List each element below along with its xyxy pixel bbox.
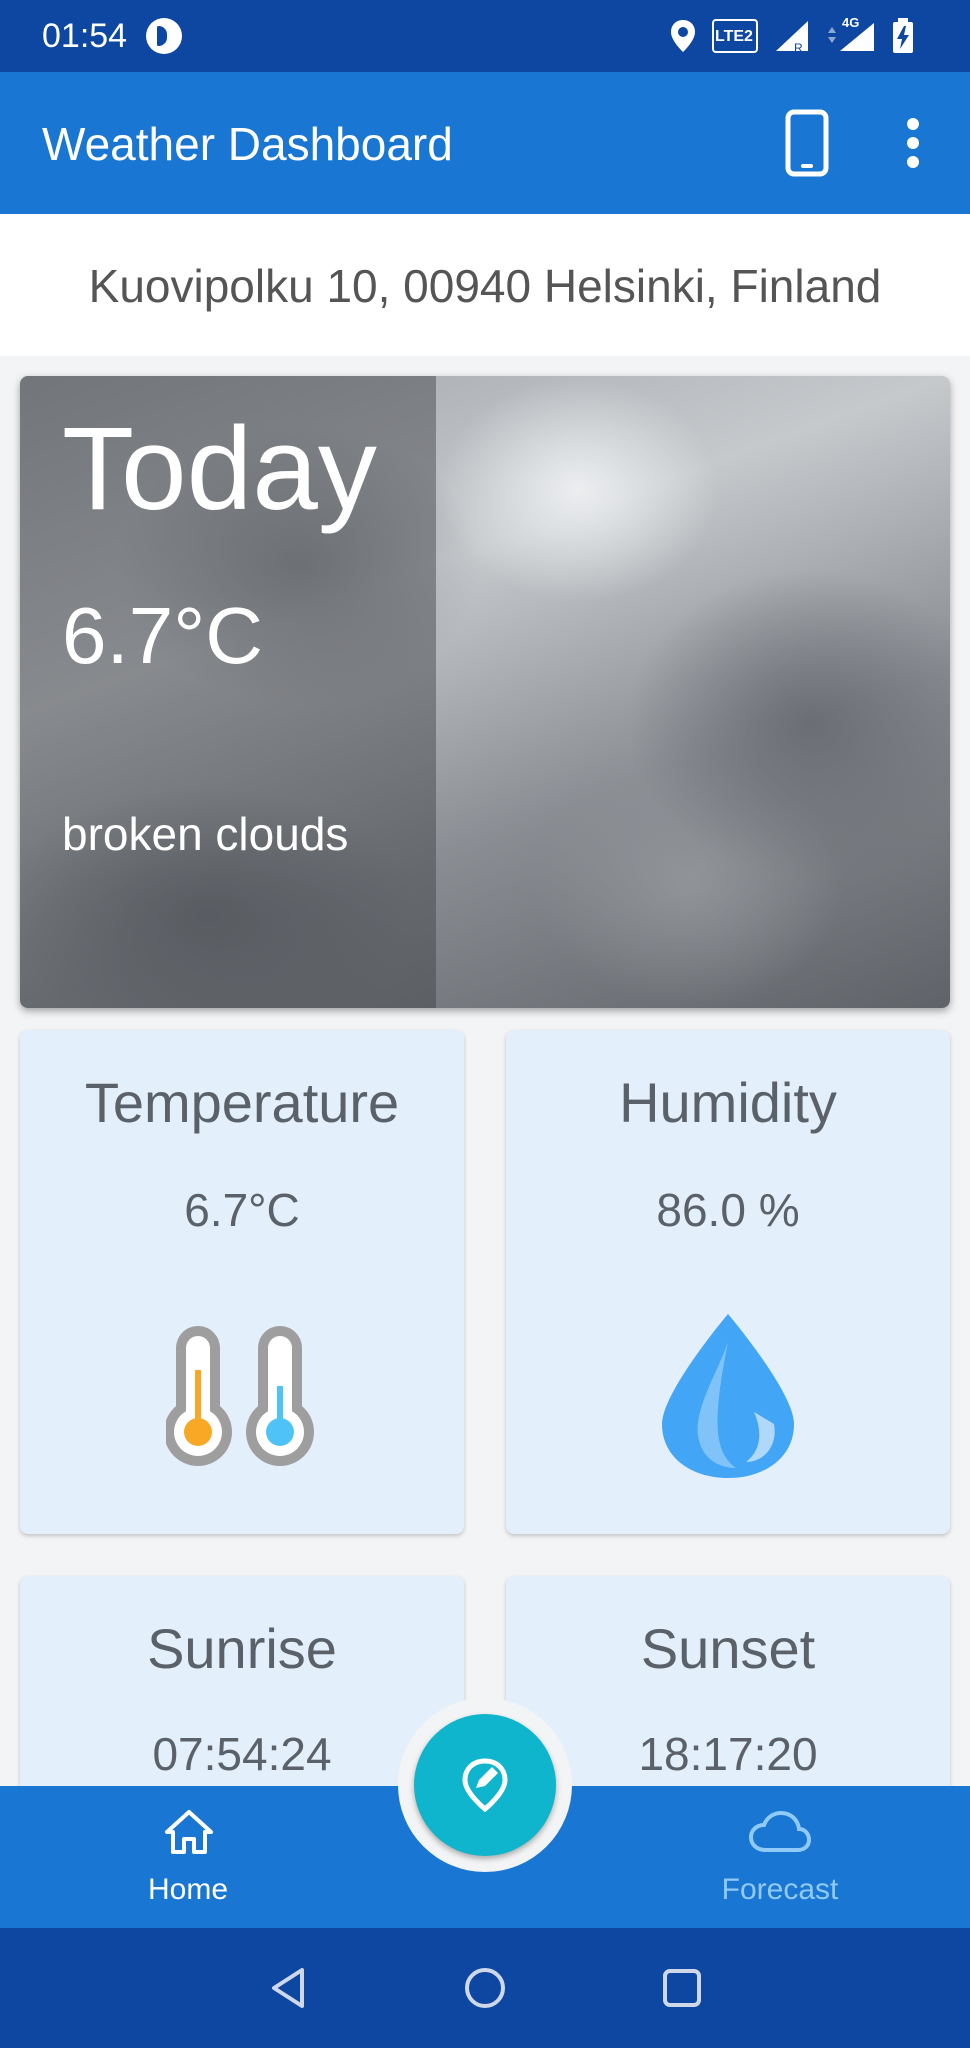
- signal-icon: R: [776, 21, 808, 53]
- nav-forecast-label: Forecast: [721, 1873, 839, 1906]
- status-time: 01:54: [42, 17, 128, 55]
- cloud-icon: [748, 1810, 812, 1852]
- sunrise-card[interactable]: Sunrise 07:54:24: [20, 1576, 464, 1806]
- sunrise-title: Sunrise: [147, 1617, 337, 1680]
- sunset-value: 18:17:20: [638, 1728, 818, 1780]
- recents-icon[interactable]: [658, 1964, 706, 2012]
- temperature-value: 6.7°C: [184, 1184, 300, 1236]
- status-icons: LTE2 R 4G: [670, 14, 914, 58]
- location-icon: [671, 20, 695, 52]
- more-vert-icon: [907, 118, 919, 168]
- svg-text:R: R: [794, 41, 803, 53]
- sunset-title: Sunset: [640, 1617, 816, 1680]
- home-circle-icon[interactable]: [461, 1964, 509, 2012]
- temperature-title: Temperature: [84, 1071, 400, 1134]
- app-notification-icon: [146, 18, 182, 54]
- home-icon: [165, 1810, 213, 1854]
- volte-icon: LTE2: [712, 19, 758, 53]
- humidity-title: Humidity: [619, 1071, 837, 1134]
- humidity-card[interactable]: Humidity 86.0 %: [506, 1030, 950, 1534]
- nav-home-label: Home: [147, 1873, 229, 1906]
- today-label: Today: [62, 403, 377, 535]
- device-button[interactable]: [780, 108, 834, 178]
- sunset-card[interactable]: Sunset 18:17:20: [506, 1576, 950, 1806]
- nav-forecast[interactable]: Forecast: [670, 1808, 890, 1918]
- sunrise-value: 07:54:24: [152, 1728, 332, 1780]
- today-weather-card[interactable]: Today 6.7°C broken clouds: [20, 376, 950, 1008]
- edit-location-button[interactable]: [414, 1714, 556, 1856]
- battery-charging-icon: [893, 18, 913, 53]
- app-title: Weather Dashboard: [42, 118, 453, 170]
- nav-home[interactable]: Home: [78, 1808, 298, 1918]
- app-bar: Weather Dashboard: [0, 72, 970, 214]
- address-text: Kuovipolku 10, 00940 Helsinki, Finland: [88, 260, 882, 312]
- back-icon[interactable]: [266, 1964, 314, 2012]
- thermometer-icon: [166, 1326, 314, 1466]
- signal-4g-icon: 4G: [826, 15, 876, 53]
- water-drop-icon: [662, 1314, 794, 1478]
- more-options-button[interactable]: [892, 108, 934, 178]
- temperature-card[interactable]: Temperature 6.7°C: [20, 1030, 464, 1534]
- weather-app-screen: 01:54 LTE2 R 4G Weather Dashboard Kuovip…: [0, 0, 970, 2048]
- system-navigation-bar: [0, 1928, 970, 2048]
- location-header: Kuovipolku 10, 00940 Helsinki, Finland: [0, 214, 970, 356]
- status-bar: 01:54 LTE2 R 4G: [0, 0, 970, 72]
- network-badge: LTE2: [715, 28, 753, 45]
- weather-description: broken clouds: [62, 808, 349, 860]
- edit-location-icon: [462, 1758, 508, 1812]
- humidity-value: 86.0 %: [656, 1184, 800, 1236]
- phone-icon: [785, 109, 829, 177]
- today-temperature: 6.7°C: [62, 591, 263, 680]
